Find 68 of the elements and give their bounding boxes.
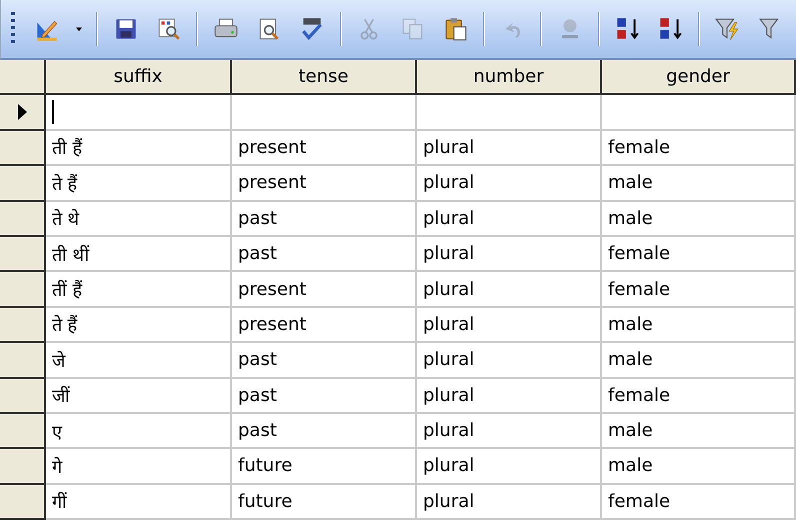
table-cell[interactable]: past — [232, 343, 417, 379]
row-selector[interactable] — [0, 272, 46, 308]
table-cell[interactable]: गीं — [46, 484, 232, 520]
table-cell[interactable]: ते हैं — [46, 166, 232, 202]
table-cell[interactable]: ती हैं — [46, 130, 232, 166]
row-selector[interactable] — [0, 449, 46, 485]
row-selector[interactable] — [0, 484, 46, 520]
row-selector[interactable] — [0, 236, 46, 272]
row-selector[interactable] — [0, 378, 46, 414]
row-selector[interactable] — [0, 414, 46, 450]
row-selector[interactable] — [0, 308, 46, 344]
table-cell[interactable] — [46, 95, 232, 131]
table-cell[interactable]: past — [232, 236, 417, 272]
table-cell[interactable]: plural — [417, 484, 602, 520]
table-cell[interactable]: present — [232, 130, 417, 166]
table-cell[interactable]: male — [602, 449, 796, 485]
table-cell[interactable]: past — [232, 378, 417, 414]
table-cell[interactable]: present — [232, 272, 417, 308]
table-cell[interactable]: तीं हैं — [46, 272, 232, 308]
table-cell[interactable]: plural — [417, 202, 602, 237]
table-cell[interactable]: ते थे — [46, 202, 232, 237]
table-cell[interactable]: present — [232, 308, 417, 344]
table-cell[interactable] — [232, 95, 417, 131]
table-cell[interactable]: past — [232, 414, 417, 450]
table-cell[interactable]: plural — [417, 236, 602, 272]
table-cell[interactable]: female — [602, 378, 796, 414]
table-cell[interactable]: male — [602, 343, 796, 379]
column-header[interactable]: number — [417, 60, 602, 96]
table-cell[interactable]: plural — [417, 414, 602, 450]
grip-handle[interactable] — [11, 12, 15, 46]
table-cell[interactable]: ते हैं — [46, 308, 232, 344]
table-cell[interactable]: plural — [417, 272, 602, 308]
text-cursor — [52, 100, 54, 124]
table-cell[interactable]: male — [602, 414, 796, 450]
table-cell[interactable]: present — [232, 166, 417, 202]
current-row-icon — [18, 104, 26, 120]
table-cell[interactable]: female — [602, 484, 796, 520]
table-cell[interactable]: plural — [417, 130, 602, 166]
table-cell[interactable]: female — [602, 236, 796, 272]
table-cell[interactable]: female — [602, 130, 796, 166]
table-cell[interactable]: plural — [417, 378, 602, 414]
corner-header[interactable] — [0, 60, 46, 96]
table-cell[interactable]: female — [602, 272, 796, 308]
table-cell[interactable]: plural — [417, 449, 602, 485]
table-cell[interactable]: future — [232, 449, 417, 485]
column-header[interactable]: suffix — [46, 60, 232, 96]
table-cell[interactable] — [417, 95, 602, 131]
table-cell[interactable]: male — [602, 202, 796, 237]
table-cell[interactable]: past — [232, 202, 417, 237]
table-cell[interactable]: गे — [46, 449, 232, 485]
row-selector[interactable] — [0, 166, 46, 202]
column-header[interactable]: gender — [602, 60, 796, 96]
column-header[interactable]: tense — [232, 60, 417, 96]
table-cell[interactable]: plural — [417, 166, 602, 202]
row-selector[interactable] — [0, 343, 46, 379]
table-cell[interactable]: plural — [417, 308, 602, 344]
row-selector[interactable] — [0, 130, 46, 166]
table-cell[interactable]: जे — [46, 343, 232, 379]
table-cell[interactable]: future — [232, 484, 417, 520]
table-cell[interactable]: plural — [417, 343, 602, 379]
row-selector[interactable] — [0, 95, 46, 131]
table-cell[interactable]: ती थीं — [46, 236, 232, 272]
table-cell[interactable]: जीं — [46, 378, 232, 414]
table-cell[interactable]: male — [602, 308, 796, 344]
table-cell[interactable] — [602, 95, 796, 131]
table-cell[interactable]: male — [602, 166, 796, 202]
table-cell[interactable]: ए — [46, 414, 232, 450]
row-selector[interactable] — [0, 202, 46, 237]
